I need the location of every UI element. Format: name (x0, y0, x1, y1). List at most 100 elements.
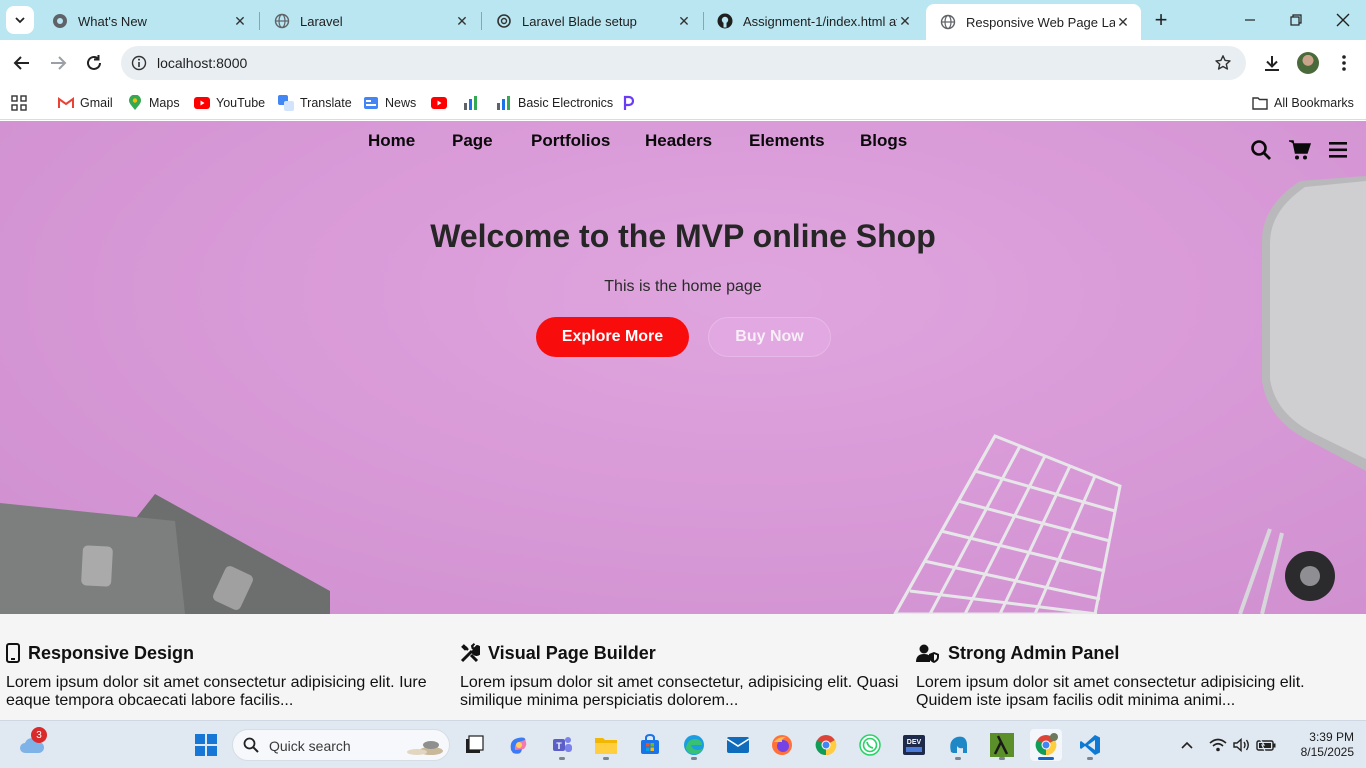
clock-time: 3:39 PM (1309, 730, 1354, 744)
bookmark-star-icon[interactable] (1214, 54, 1232, 72)
forward-button[interactable] (46, 51, 70, 75)
close-tab-icon[interactable]: ✕ (1115, 14, 1131, 30)
features-section: Responsive Design Lorem ipsum dolor sit … (0, 614, 1366, 720)
hamburger-menu-icon[interactable] (1328, 139, 1350, 161)
close-window-button[interactable] (1331, 8, 1355, 32)
windows-logo-icon (195, 734, 217, 756)
mail-app[interactable] (722, 729, 754, 761)
bookmarks-bar: Gmail Maps YouTube Translate News Basic … (0, 86, 1366, 196)
cart-icon[interactable] (1289, 139, 1311, 161)
close-tab-icon[interactable]: ✕ (897, 13, 913, 29)
taskbar-search[interactable]: Quick search (232, 729, 450, 761)
chrome-icon (1035, 733, 1058, 756)
apps-button[interactable] (11, 93, 27, 113)
nav-elements[interactable]: Elements (749, 131, 825, 151)
bookmark-news[interactable]: News (363, 93, 416, 113)
downloads-button[interactable] (1261, 52, 1283, 74)
restore-button[interactable] (1284, 8, 1308, 32)
teams-app[interactable]: T (546, 729, 578, 761)
chrome-app-active[interactable] (1030, 729, 1062, 761)
download-icon (1265, 56, 1279, 71)
bookmark-basic-electronics[interactable]: Basic Electronics (496, 93, 613, 113)
minimize-icon (1245, 19, 1255, 21)
hero-section: Home Page Portfolios Headers Elements Bl… (0, 121, 1366, 614)
nav-portfolios[interactable]: Portfolios (531, 131, 610, 151)
running-indicator (603, 757, 609, 760)
reload-button[interactable] (82, 51, 106, 75)
tab-whats-new[interactable]: What's New ✕ (38, 6, 258, 36)
bookmark-analytics[interactable] (463, 93, 485, 113)
buy-now-button[interactable]: Buy Now (708, 317, 831, 357)
feature-text: Lorem ipsum dolor sit amet consectetur a… (6, 674, 427, 709)
task-view-button[interactable] (458, 729, 490, 761)
close-tab-icon[interactable]: ✕ (454, 13, 470, 29)
bookmark-maps[interactable]: Maps (127, 93, 180, 113)
address-bar[interactable]: localhost:8000 (121, 46, 1246, 80)
wifi-icon (1209, 738, 1227, 752)
mobile-phone-icon (6, 643, 20, 663)
tab-laravel-blade[interactable]: Laravel Blade setup ✕ (482, 6, 702, 36)
openai-icon (497, 14, 511, 28)
edge-icon (684, 735, 704, 755)
explore-more-button[interactable]: Explore More (536, 317, 689, 357)
back-button[interactable] (10, 51, 34, 75)
browser-menu-button[interactable] (1333, 52, 1355, 74)
bookmark-youtube-video[interactable] (431, 93, 453, 113)
search-icon[interactable] (1250, 139, 1272, 161)
battery-status[interactable] (1250, 729, 1282, 761)
all-bookmarks-button[interactable]: All Bookmarks (1252, 93, 1354, 113)
profile-avatar[interactable] (1297, 52, 1319, 74)
new-tab-button[interactable]: + (1150, 7, 1172, 32)
elephant-icon (950, 736, 967, 753)
bookmark-youtube[interactable]: YouTube (194, 93, 265, 113)
feature-text: Lorem ipsum dolor sit amet consectetur a… (916, 674, 1305, 709)
nav-headers[interactable]: Headers (645, 131, 712, 151)
close-tab-icon[interactable]: ✕ (232, 13, 248, 29)
nav-page[interactable]: Page (452, 131, 493, 151)
bookmark-translate[interactable]: Translate (278, 93, 352, 113)
search-icon (243, 737, 259, 753)
minimize-button[interactable] (1238, 8, 1262, 32)
close-tab-icon[interactable]: ✕ (676, 13, 692, 29)
forward-arrow-icon (51, 56, 67, 70)
chrome-icon (53, 14, 67, 28)
nav-blogs[interactable]: Blogs (860, 131, 907, 151)
xampp-app[interactable] (986, 729, 1018, 761)
bookmark-label: Translate (300, 96, 352, 110)
system-clock[interactable]: 3:39 PM 8/15/2025 (1284, 730, 1354, 760)
translate-icon (278, 95, 294, 111)
bookmark-perplexity[interactable] (620, 93, 642, 113)
tab-github[interactable]: Assignment-1/index.html at ✕ (703, 6, 923, 36)
show-hidden-icons-button[interactable] (1171, 729, 1203, 761)
firefox-app[interactable] (766, 729, 798, 761)
whatsapp-app[interactable] (854, 729, 886, 761)
tab-responsive-web-page[interactable]: Responsive Web Page Layou ✕ (926, 4, 1141, 40)
site-info-icon[interactable] (131, 55, 147, 71)
hero-title: Welcome to the MVP online Shop (430, 218, 936, 254)
tab-laravel[interactable]: Laravel ✕ (260, 6, 480, 36)
search-highlight-icon (407, 741, 443, 755)
file-explorer-app[interactable] (590, 729, 622, 761)
nav-home[interactable]: Home (368, 131, 415, 151)
chart-bars-icon (496, 95, 512, 111)
tab-search-button[interactable] (6, 6, 34, 34)
running-indicator (1087, 757, 1093, 760)
bookmark-label: Basic Electronics (518, 96, 614, 110)
edge-app[interactable] (678, 729, 710, 761)
dev-home-app[interactable]: DEV (898, 729, 930, 761)
folder-icon (595, 738, 617, 754)
chrome-app[interactable] (810, 729, 842, 761)
elephant-app[interactable] (942, 729, 974, 761)
globe-icon (940, 14, 956, 30)
windows-taskbar: 3 Quick search T DEV 3:39 PM 8/15/2025 (0, 720, 1366, 768)
running-indicator (955, 757, 961, 760)
microsoft-store-app[interactable] (634, 729, 666, 761)
youtube-icon (431, 95, 447, 111)
url-text[interactable]: localhost:8000 (157, 55, 247, 71)
copilot-app[interactable] (502, 729, 534, 761)
vscode-app[interactable] (1074, 729, 1106, 761)
start-button[interactable] (190, 729, 222, 761)
bookmark-gmail[interactable]: Gmail (58, 93, 113, 113)
restore-icon (1290, 14, 1302, 26)
running-indicator (691, 757, 697, 760)
